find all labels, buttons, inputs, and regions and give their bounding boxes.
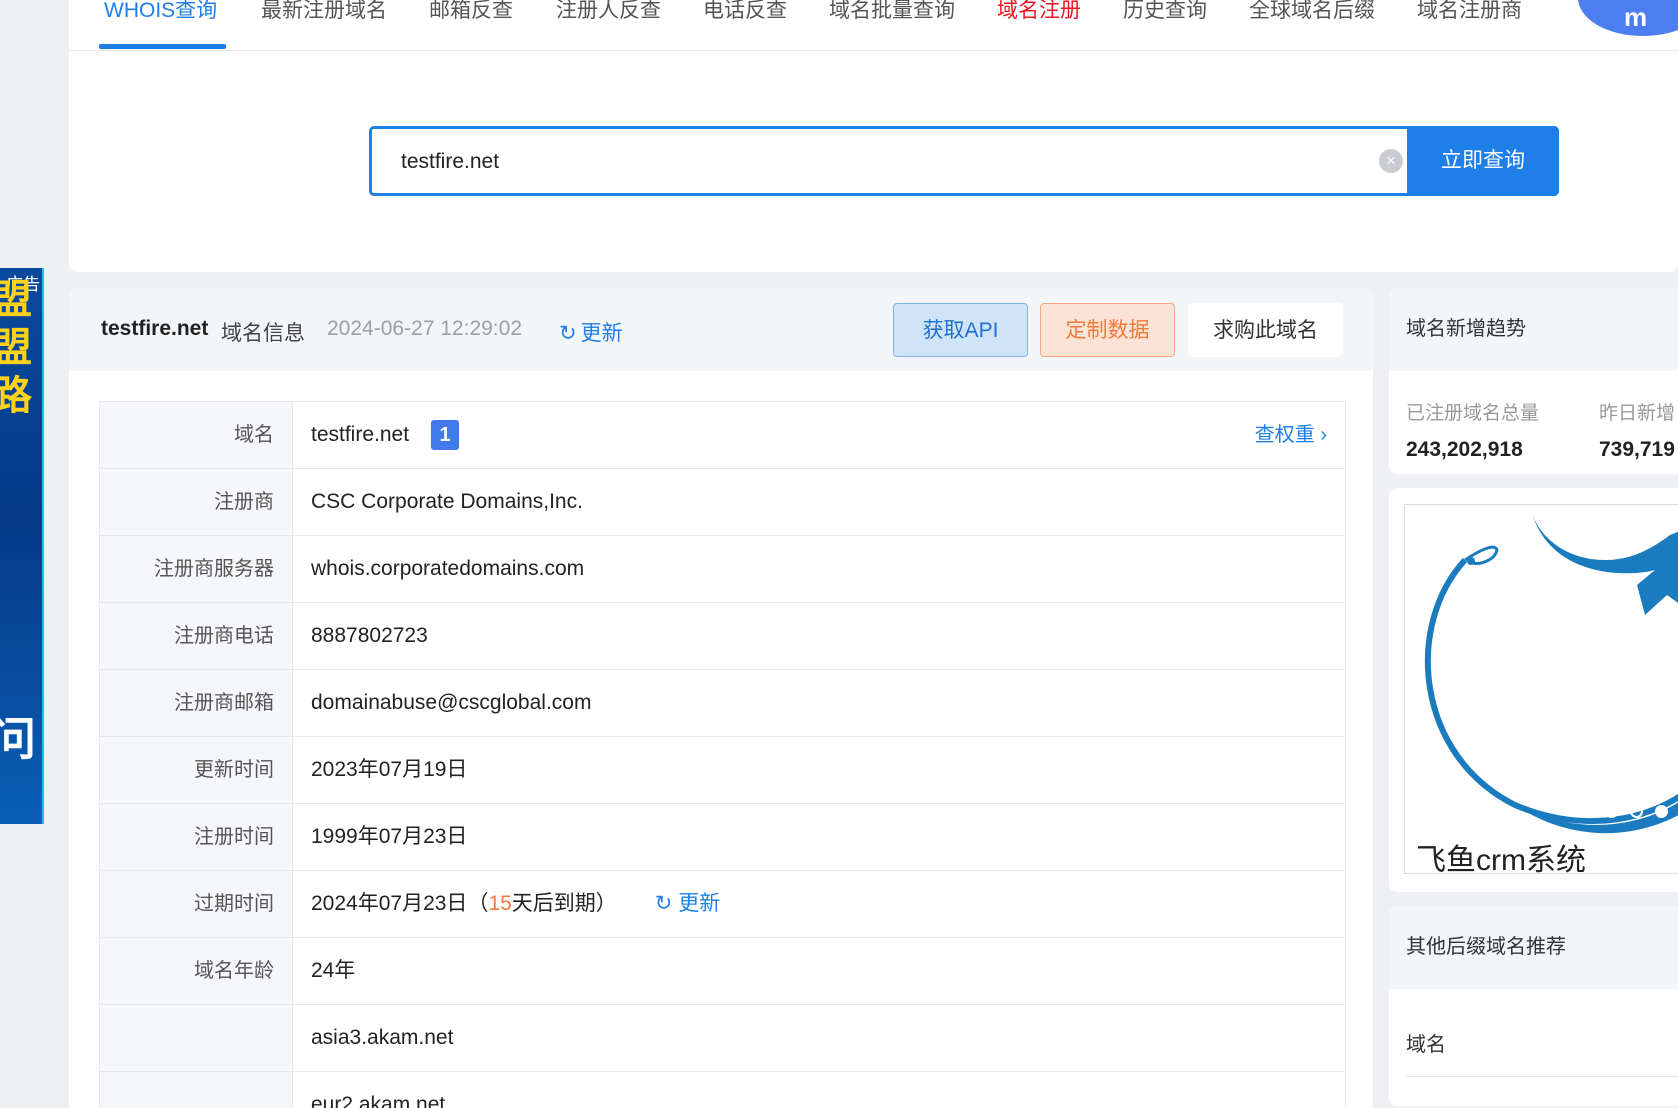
custom-data-button[interactable]: 定制数据 [1040, 303, 1175, 357]
row-value: testfire.net 1 [311, 402, 460, 468]
check-weight-link[interactable]: 查权重 › [1255, 402, 1327, 468]
nav-registrant-lookup[interactable]: 注册人反查 [556, 0, 661, 50]
refresh-icon: ↻ [559, 322, 577, 345]
rank-badge: 1 [431, 420, 460, 451]
nav-phone-lookup[interactable]: 电话反查 [703, 0, 787, 50]
chevron-right-icon: › [1320, 424, 1327, 446]
row-value: CSC Corporate Domains,Inc. [311, 490, 583, 513]
row-value: 8887802723 [311, 624, 428, 647]
nav-registrars[interactable]: 域名注册商 [1417, 0, 1522, 50]
table-row: 注册商 CSC Corporate Domains,Inc. [100, 469, 1345, 536]
table-row: 更新时间 2023年07月19日 [100, 737, 1345, 804]
info-domain: testfire.net [101, 317, 209, 340]
ad-text: 问 [0, 716, 36, 762]
row-value: domainabuse@cscglobal.com [311, 691, 592, 714]
active-tab-indicator [99, 44, 226, 49]
carousel-dot[interactable] [1605, 805, 1618, 818]
nav-email-lookup[interactable]: 邮箱反查 [429, 0, 513, 50]
row-value: 1999年07月23日 [311, 825, 468, 848]
yesterday-value: 739,719 [1599, 438, 1675, 461]
table-row: eur2.akam.net [100, 1072, 1345, 1108]
whois-info-panel: testfire.net 域名信息 2024-06-27 12:29:02 ↻ 更… [69, 288, 1373, 1108]
table-row: 域名 testfire.net 1 查权重 › [100, 402, 1345, 469]
app-badge-icon[interactable]: m [1578, 0, 1678, 36]
refresh-link[interactable]: ↻ 更新 [559, 317, 623, 347]
row-label: 注册商邮箱 [100, 670, 293, 736]
refresh-icon: ↻ [654, 892, 673, 915]
row-label: 过期时间 [100, 871, 293, 937]
row-label [100, 1072, 293, 1108]
trend-title: 域名新增趋势 [1389, 288, 1678, 371]
trend-panel: 域名新增趋势 已注册域名总量 243,202,918 昨日新增 739,719 [1389, 288, 1678, 474]
search-panel: WHOIS查询 最新注册域名 邮箱反查 注册人反查 电话反查 域名批量查询 域名… [69, 0, 1678, 272]
left-ad-banner[interactable]: 广告 盟 盟 路 I 问 [0, 268, 44, 824]
row-label: 更新时间 [100, 737, 293, 803]
table-row: 注册商电话 8887802723 [100, 603, 1345, 670]
info-header: testfire.net 域名信息 2024-06-27 12:29:02 ↻ 更… [69, 288, 1373, 371]
row-label: 注册时间 [100, 804, 293, 870]
row-label [100, 1005, 293, 1071]
nav-history[interactable]: 历史查询 [1123, 0, 1207, 50]
row-label: 域名 [100, 402, 293, 468]
info-timestamp: 2024-06-27 12:29:02 [327, 317, 522, 340]
recommend-column-header: 域名 [1406, 1034, 1446, 1056]
divider [1406, 1076, 1678, 1077]
refresh-label: 更新 [580, 322, 623, 345]
ad-text: 盟 [0, 328, 32, 368]
row-label: 注册商服务器 [100, 536, 293, 602]
carousel-dot[interactable] [1655, 805, 1668, 818]
row-value: 24年 [311, 959, 356, 982]
whois-table: 域名 testfire.net 1 查权重 › 注册商 CSC Corporate… [99, 401, 1346, 1108]
nav-domain-register[interactable]: 域名注册 [997, 0, 1081, 50]
row-label: 注册商电话 [100, 603, 293, 669]
total-value: 243,202,918 [1406, 438, 1523, 461]
table-row: 域名年龄 24年 [100, 938, 1345, 1005]
row-value: eur2.akam.net [311, 1093, 446, 1108]
fish-logo-icon [1424, 505, 1678, 834]
recommend-panel: 其他后缀域名推荐 域名 [1389, 906, 1678, 1106]
table-row: asia3.akam.net [100, 1005, 1345, 1072]
row-value: 2024年07月23日（15天后到期） ↻ 更新 [311, 892, 721, 915]
total-label: 已注册域名总量 [1406, 403, 1540, 424]
recommend-title: 其他后缀域名推荐 [1389, 906, 1678, 989]
nav-global-tlds[interactable]: 全球域名后缀 [1249, 0, 1375, 50]
search-bar: × 立即查询 [369, 126, 1559, 196]
table-row: 注册时间 1999年07月23日 [100, 804, 1345, 871]
nav-new-domains[interactable]: 最新注册域名 [261, 0, 387, 50]
row-value: whois.corporatedomains.com [311, 557, 585, 580]
ad-text: I [0, 668, 3, 714]
table-row: 过期时间 2024年07月23日（15天后到期） ↻ 更新 [100, 871, 1345, 938]
table-row: 注册商服务器 whois.corporatedomains.com [100, 536, 1345, 603]
search-input[interactable] [372, 129, 1383, 195]
nav-batch-lookup[interactable]: 域名批量查询 [829, 0, 955, 50]
carousel-dot[interactable] [1630, 805, 1643, 818]
ad-text: 盟 [0, 280, 32, 320]
buy-domain-button[interactable]: 求购此域名 [1188, 303, 1343, 357]
row-label: 域名年龄 [100, 938, 293, 1004]
get-api-button[interactable]: 获取API [893, 303, 1028, 357]
table-row: 注册商邮箱 domainabuse@cscglobal.com [100, 670, 1345, 737]
clear-icon[interactable]: × [1379, 149, 1403, 173]
expiry-refresh-link[interactable]: ↻ 更新 [655, 892, 720, 915]
promo-panel: 飞鱼crm系统 [1389, 488, 1678, 892]
search-button[interactable]: 立即查询 [1407, 126, 1559, 196]
nav-whois[interactable]: WHOIS查询 [104, 0, 217, 50]
info-title: 域名信息 [221, 322, 305, 345]
row-label: 注册商 [100, 469, 293, 535]
promo-caption: 飞鱼crm系统 [1416, 844, 1586, 874]
yesterday-label: 昨日新增 [1599, 403, 1676, 424]
row-value: asia3.akam.net [311, 1026, 454, 1049]
ad-text: 路 [0, 376, 32, 416]
top-nav: WHOIS查询 最新注册域名 邮箱反查 注册人反查 电话反查 域名批量查询 域名… [69, 0, 1678, 51]
days-remaining: 15 [488, 892, 512, 915]
promo-ad[interactable]: 飞鱼crm系统 [1404, 504, 1678, 874]
row-value: 2023年07月19日 [311, 758, 468, 781]
